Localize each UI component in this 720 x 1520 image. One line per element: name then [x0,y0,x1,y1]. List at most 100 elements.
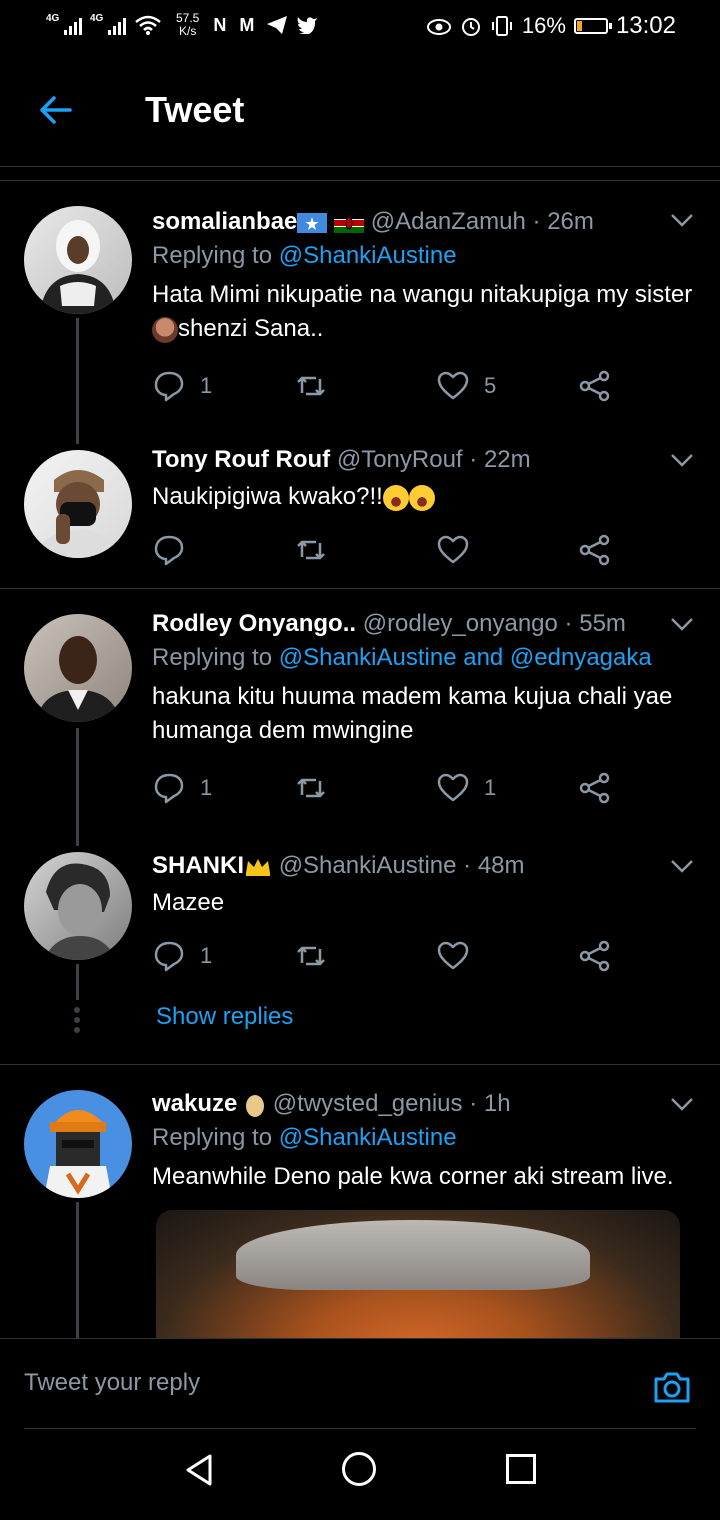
reply-composer[interactable]: Tweet your reply [0,1338,720,1431]
reply-button[interactable]: 1 [152,938,212,974]
laughing-emoji-icon [382,484,409,511]
thread-line [76,728,79,846]
crown-icon [246,858,271,876]
tweet-5[interactable]: wakuze @twysted_genius · 1h Replying to … [152,1088,696,1194]
battery-fill [576,21,582,31]
vibrate-icon [491,16,512,36]
reply-input[interactable]: Tweet your reply [24,1369,200,1397]
avatar[interactable] [24,206,132,314]
chevron-down-icon[interactable] [668,610,696,638]
reply-button[interactable]: 1 [152,368,212,404]
share-icon [579,940,610,972]
reply-to-link[interactable]: @ShankiAustine [279,242,457,269]
heart-icon [437,773,469,802]
battery-percent: 16% [521,13,566,38]
status-bar: 4G 4G 57.5 K/s N M 16% 13:02 [0,0,720,56]
heart-icon [437,371,469,400]
reply-count: 1 [200,373,213,398]
avatar[interactable] [24,450,132,558]
reply-to-link[interactable]: @ShankiAustine [279,1124,457,1151]
retweet-button[interactable] [294,770,342,806]
author-handle[interactable]: @TonyRouf [337,446,463,473]
chevron-down-icon[interactable] [668,852,696,880]
reply-icon [154,941,184,972]
tweet-actions: 1 5 [152,368,622,404]
like-button[interactable] [436,532,484,568]
alarm-icon [461,18,480,36]
egg-icon [246,1094,265,1117]
reply-button[interactable] [152,532,200,568]
author-name[interactable]: Tony Rouf Rouf [152,446,330,473]
page-title: Tweet [145,89,245,130]
tweet-header: somalianbae @AdanZamuh · 26m [152,208,594,235]
signal-icon: 4G [46,13,82,35]
replying-to: Replying to @ShankiAustine [152,1124,457,1151]
reply-to-link[interactable]: @ShankiAustine and @ednyagaka [279,644,652,671]
chevron-down-icon[interactable] [668,1090,696,1118]
tweet-image[interactable] [156,1210,680,1338]
tweet-4[interactable]: SHANKI @ShankiAustine · 48m Mazee [152,850,696,920]
share-button[interactable] [578,938,612,974]
reply-icon [154,535,184,566]
status-left: 4G 4G 57.5 K/s N M [46,12,318,38]
reply-icon [154,773,184,804]
author-name[interactable]: SHANKI [152,852,244,879]
like-count: 5 [484,373,497,398]
show-replies-link[interactable]: Show replies [156,1003,293,1031]
camera-icon[interactable] [652,1367,692,1407]
tweet-1[interactable]: somalianbae @AdanZamuh · 26m Replying to… [152,206,696,346]
thread-line [76,1202,79,1338]
tweet-2[interactable]: Tony Rouf Rouf @TonyRouf · 22m Naukipigi… [152,444,696,514]
thread-line [76,964,79,1000]
author-handle[interactable]: @twysted_genius [273,1090,463,1117]
clock: 13:02 [615,12,676,39]
like-button[interactable] [436,938,484,974]
author-handle[interactable]: @AdanZamuh [371,208,526,235]
retweet-button[interactable] [294,938,342,974]
tweet-3[interactable]: Rodley Onyango.. @rodley_onyango · 55m R… [152,608,696,748]
share-icon [579,534,610,566]
tweet-time: 1h [483,1090,511,1117]
facepalm-emoji-icon [152,316,178,343]
tweet-actions: 1 1 [152,770,622,806]
author-name[interactable]: Rodley Onyango.. [152,610,356,637]
reply-button[interactable]: 1 [152,770,212,806]
avatar[interactable] [24,852,132,960]
chevron-down-icon[interactable] [668,446,696,474]
back-arrow-icon[interactable] [36,90,76,130]
nav-recents-icon[interactable] [506,1454,536,1484]
signal-icon-2: 4G [90,13,126,35]
laughing-emoji-icon [408,484,435,511]
tweet-header: SHANKI @ShankiAustine · 48m [152,852,525,879]
share-button[interactable] [578,532,612,568]
author-handle[interactable]: @rodley_onyango [363,610,558,637]
retweet-button[interactable] [294,368,342,404]
author-name[interactable]: wakuze [152,1090,237,1117]
tweet-actions: 1 [152,938,622,974]
divider [24,1428,696,1429]
author-name[interactable]: somalianbae [152,208,297,235]
like-count: 1 [484,775,497,800]
like-button[interactable]: 5 [436,368,496,404]
avatar[interactable] [24,1090,132,1198]
nav-home-icon[interactable] [342,1452,376,1486]
retweet-button[interactable] [294,532,342,568]
reply-icon [154,371,184,402]
telegram-icon [267,16,288,34]
share-button[interactable] [578,368,612,404]
tweet-header: wakuze @twysted_genius · 1h [152,1090,511,1117]
retweet-icon [297,946,325,966]
battery-icon [573,18,612,34]
tweet-time: 55m [579,610,626,637]
system-nav-bar [0,1430,720,1520]
divider [0,588,720,589]
like-button[interactable]: 1 [436,770,496,806]
chevron-down-icon[interactable] [668,206,696,234]
network-speed: 57.5 K/s [176,11,200,38]
author-handle[interactable]: @ShankiAustine [279,852,457,879]
nav-back-icon[interactable] [182,1452,218,1488]
share-button[interactable] [578,770,612,806]
tweet-time: 22m [483,446,531,473]
somalia-flag-icon [297,212,328,233]
avatar[interactable] [24,614,132,722]
